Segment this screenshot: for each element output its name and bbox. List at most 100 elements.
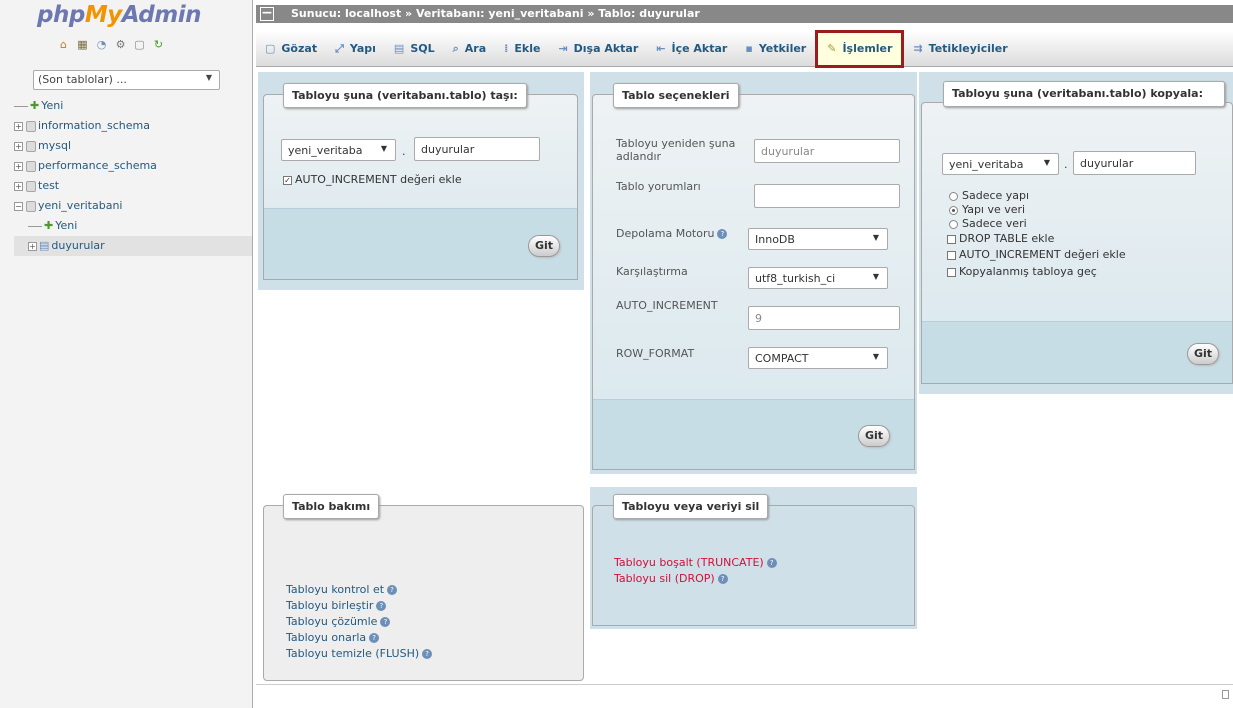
radio-button[interactable] bbox=[949, 219, 958, 229]
chevron-down-icon: ▼ bbox=[1043, 158, 1050, 167]
export-icon: ⇥ bbox=[558, 42, 568, 55]
help-icon[interactable]: ? bbox=[376, 601, 387, 611]
help-icon[interactable]: ? bbox=[717, 574, 728, 584]
collapse-icon[interactable]: − bbox=[14, 201, 23, 211]
delete-legend: Tabloyu veya veriyi sil bbox=[613, 494, 769, 519]
help-icon[interactable]: ? bbox=[387, 585, 398, 595]
comment-label: Tablo yorumları bbox=[616, 180, 701, 193]
options-fieldset: Tablo seçenekleri Tabloyu yeniden şuna a… bbox=[592, 83, 915, 470]
help-icon[interactable]: ? bbox=[717, 229, 728, 239]
expand-icon[interactable]: + bbox=[14, 121, 23, 131]
docs-icon[interactable]: ▢ bbox=[133, 38, 146, 51]
expand-icon[interactable]: + bbox=[28, 241, 37, 251]
rowformat-select[interactable]: COMPACT ▼ bbox=[748, 347, 888, 369]
analyze-table-link[interactable]: Tabloyu çözümle? bbox=[286, 614, 432, 630]
move-table-input[interactable]: duyurular bbox=[414, 137, 540, 161]
expand-icon[interactable]: + bbox=[14, 141, 23, 151]
copy-legend: Tabloyu şuna (veritabanı.tablo) kopyala: bbox=[943, 81, 1225, 107]
drop-table-link[interactable]: Tabloyu sil (DROP)? bbox=[614, 571, 777, 587]
copy-fieldset: Tabloyu şuna (veritabanı.tablo) kopyala:… bbox=[921, 81, 1233, 384]
breadcrumb: − Sunucu: localhost » Veritabanı: yeni_v… bbox=[256, 5, 1233, 23]
checkbox[interactable] bbox=[947, 250, 956, 260]
tree-item-db[interactable]: + mysql bbox=[14, 136, 252, 156]
defragment-table-link[interactable]: Tabloyu birleştir? bbox=[286, 598, 432, 614]
tree-item-db[interactable]: + performance_schema bbox=[14, 156, 252, 176]
copy-table-input[interactable]: duyurular bbox=[1073, 151, 1196, 175]
tree-item-table[interactable]: + ▤ duyurular bbox=[14, 236, 252, 256]
tab-operations[interactable]: ✎ İşlemler bbox=[815, 29, 905, 68]
engine-select[interactable]: InnoDB ▼ bbox=[748, 228, 888, 250]
query-icon[interactable]: ◔ bbox=[95, 38, 108, 51]
help-icon[interactable]: ? bbox=[766, 558, 777, 568]
chevron-down-icon: ▼ bbox=[872, 352, 879, 361]
settings-icon[interactable]: ⚙ bbox=[114, 38, 127, 51]
repair-table-link[interactable]: Tabloyu onarla? bbox=[286, 630, 432, 646]
help-icon[interactable]: ? bbox=[380, 617, 391, 627]
tree-item-db[interactable]: + information_schema bbox=[14, 116, 252, 136]
copy-database-select[interactable]: yeni_veritaba ▼ bbox=[942, 153, 1059, 175]
tree-item-db[interactable]: − yeni_veritabani bbox=[14, 196, 252, 216]
collapse-icon[interactable]: − bbox=[260, 6, 274, 21]
radio-button[interactable] bbox=[949, 191, 958, 201]
options-go-button[interactable]: Git bbox=[858, 425, 890, 447]
tree-item-db[interactable]: + test bbox=[14, 176, 252, 196]
tree-item-new-table[interactable]: ✚ Yeni bbox=[14, 216, 252, 236]
engine-label: Depolama Motoru? bbox=[616, 227, 728, 240]
copy-option-structure[interactable]: Sadece yapı bbox=[949, 189, 1029, 202]
copy-autoinc-option[interactable]: AUTO_INCREMENT değeri ekle bbox=[947, 248, 1126, 261]
flush-table-link[interactable]: Tabloyu temizle (FLUSH)? bbox=[286, 646, 433, 662]
autoinc-input[interactable]: 9 bbox=[748, 306, 900, 330]
move-go-button[interactable]: Git bbox=[528, 235, 560, 257]
copy-option-data[interactable]: Sadece veri bbox=[949, 217, 1027, 230]
tab-sql[interactable]: ▤ SQL bbox=[385, 31, 444, 67]
tab-insert[interactable]: ⁞ Ekle bbox=[495, 31, 549, 67]
recent-tables-select[interactable]: (Son tablolar) ... ▼ bbox=[33, 70, 220, 90]
breadcrumb-text[interactable]: Sunucu: localhost » Veritabanı: yeni_ver… bbox=[291, 7, 700, 20]
nav-icon-bar: ⌂ ▦ ◔ ⚙ ▢ ↻ bbox=[57, 38, 165, 51]
operations-icon: ✎ bbox=[827, 42, 837, 55]
expand-icon[interactable]: + bbox=[14, 161, 23, 171]
copy-option-structure-data[interactable]: Yapı ve veri bbox=[949, 203, 1025, 216]
scroll-corner-icon[interactable] bbox=[1222, 690, 1229, 699]
database-icon bbox=[26, 160, 36, 172]
dot-separator: . bbox=[1064, 158, 1068, 171]
radio-button-selected[interactable] bbox=[949, 205, 958, 215]
tab-browse[interactable]: ▢ Gözat bbox=[256, 31, 326, 67]
rename-label: Tabloyu yeniden şuna adlandır bbox=[616, 137, 736, 163]
move-autoinc-option[interactable]: ✓ AUTO_INCREMENT değeri ekle bbox=[283, 173, 462, 186]
tab-privileges[interactable]: ▪ Yetkiler bbox=[736, 31, 815, 67]
tab-search[interactable]: ⌕ Ara bbox=[444, 31, 496, 67]
checkbox-checked[interactable]: ✓ bbox=[283, 175, 292, 185]
help-icon[interactable]: ? bbox=[422, 649, 433, 659]
tab-export[interactable]: ⇥ Dışa Aktar bbox=[549, 31, 647, 67]
checkbox[interactable] bbox=[947, 267, 956, 277]
rename-input[interactable]: duyurular bbox=[754, 139, 900, 163]
move-database-select[interactable]: yeni_veritaba ▼ bbox=[281, 139, 396, 161]
checkbox[interactable] bbox=[947, 234, 956, 244]
chevron-down-icon: ▼ bbox=[872, 233, 879, 242]
divider bbox=[256, 684, 1233, 685]
navigation-panel: phpMyAdmin ⌂ ▦ ◔ ⚙ ▢ ↻ (Son tablolar) ..… bbox=[0, 0, 253, 708]
check-table-link[interactable]: Tabloyu kontrol et? bbox=[286, 582, 432, 598]
tree-item-new[interactable]: ✚ Yeni bbox=[14, 96, 252, 116]
copy-drop-option[interactable]: DROP TABLE ekle bbox=[947, 232, 1054, 245]
autoinc-label: AUTO_INCREMENT bbox=[616, 299, 718, 312]
tab-bar: ▢ Gözat ⤢ Yapı ▤ SQL ⌕ Ara ⁞ Ekle ⇥ Dışa Aktar… bbox=[256, 29, 1233, 68]
phpmyadmin-logo[interactable]: phpMyAdmin bbox=[37, 2, 201, 28]
new-icon: ✚ bbox=[30, 99, 40, 112]
db-icon[interactable]: ▦ bbox=[76, 38, 89, 51]
tab-triggers[interactable]: ⇉ Tetikleyiciler bbox=[904, 31, 1016, 67]
comment-input[interactable] bbox=[754, 184, 900, 208]
reload-icon[interactable]: ↻ bbox=[152, 38, 165, 51]
help-icon[interactable]: ? bbox=[369, 633, 380, 643]
copy-switch-option[interactable]: Kopyalanmış tabloya geç bbox=[947, 265, 1097, 278]
collation-select[interactable]: utf8_turkish_ci ▼ bbox=[748, 267, 888, 289]
home-icon[interactable]: ⌂ bbox=[57, 38, 70, 51]
tab-structure[interactable]: ⤢ Yapı bbox=[326, 31, 385, 67]
copy-go-button[interactable]: Git bbox=[1187, 343, 1219, 365]
sql-icon: ▤ bbox=[393, 42, 405, 55]
move-fieldset: Tabloyu şuna (veritabanı.tablo) taşı: ye… bbox=[263, 83, 578, 280]
truncate-table-link[interactable]: Tabloyu boşalt (TRUNCATE)? bbox=[614, 555, 777, 571]
tab-import[interactable]: ⇤ İçe Aktar bbox=[647, 31, 736, 67]
expand-icon[interactable]: + bbox=[14, 181, 23, 191]
